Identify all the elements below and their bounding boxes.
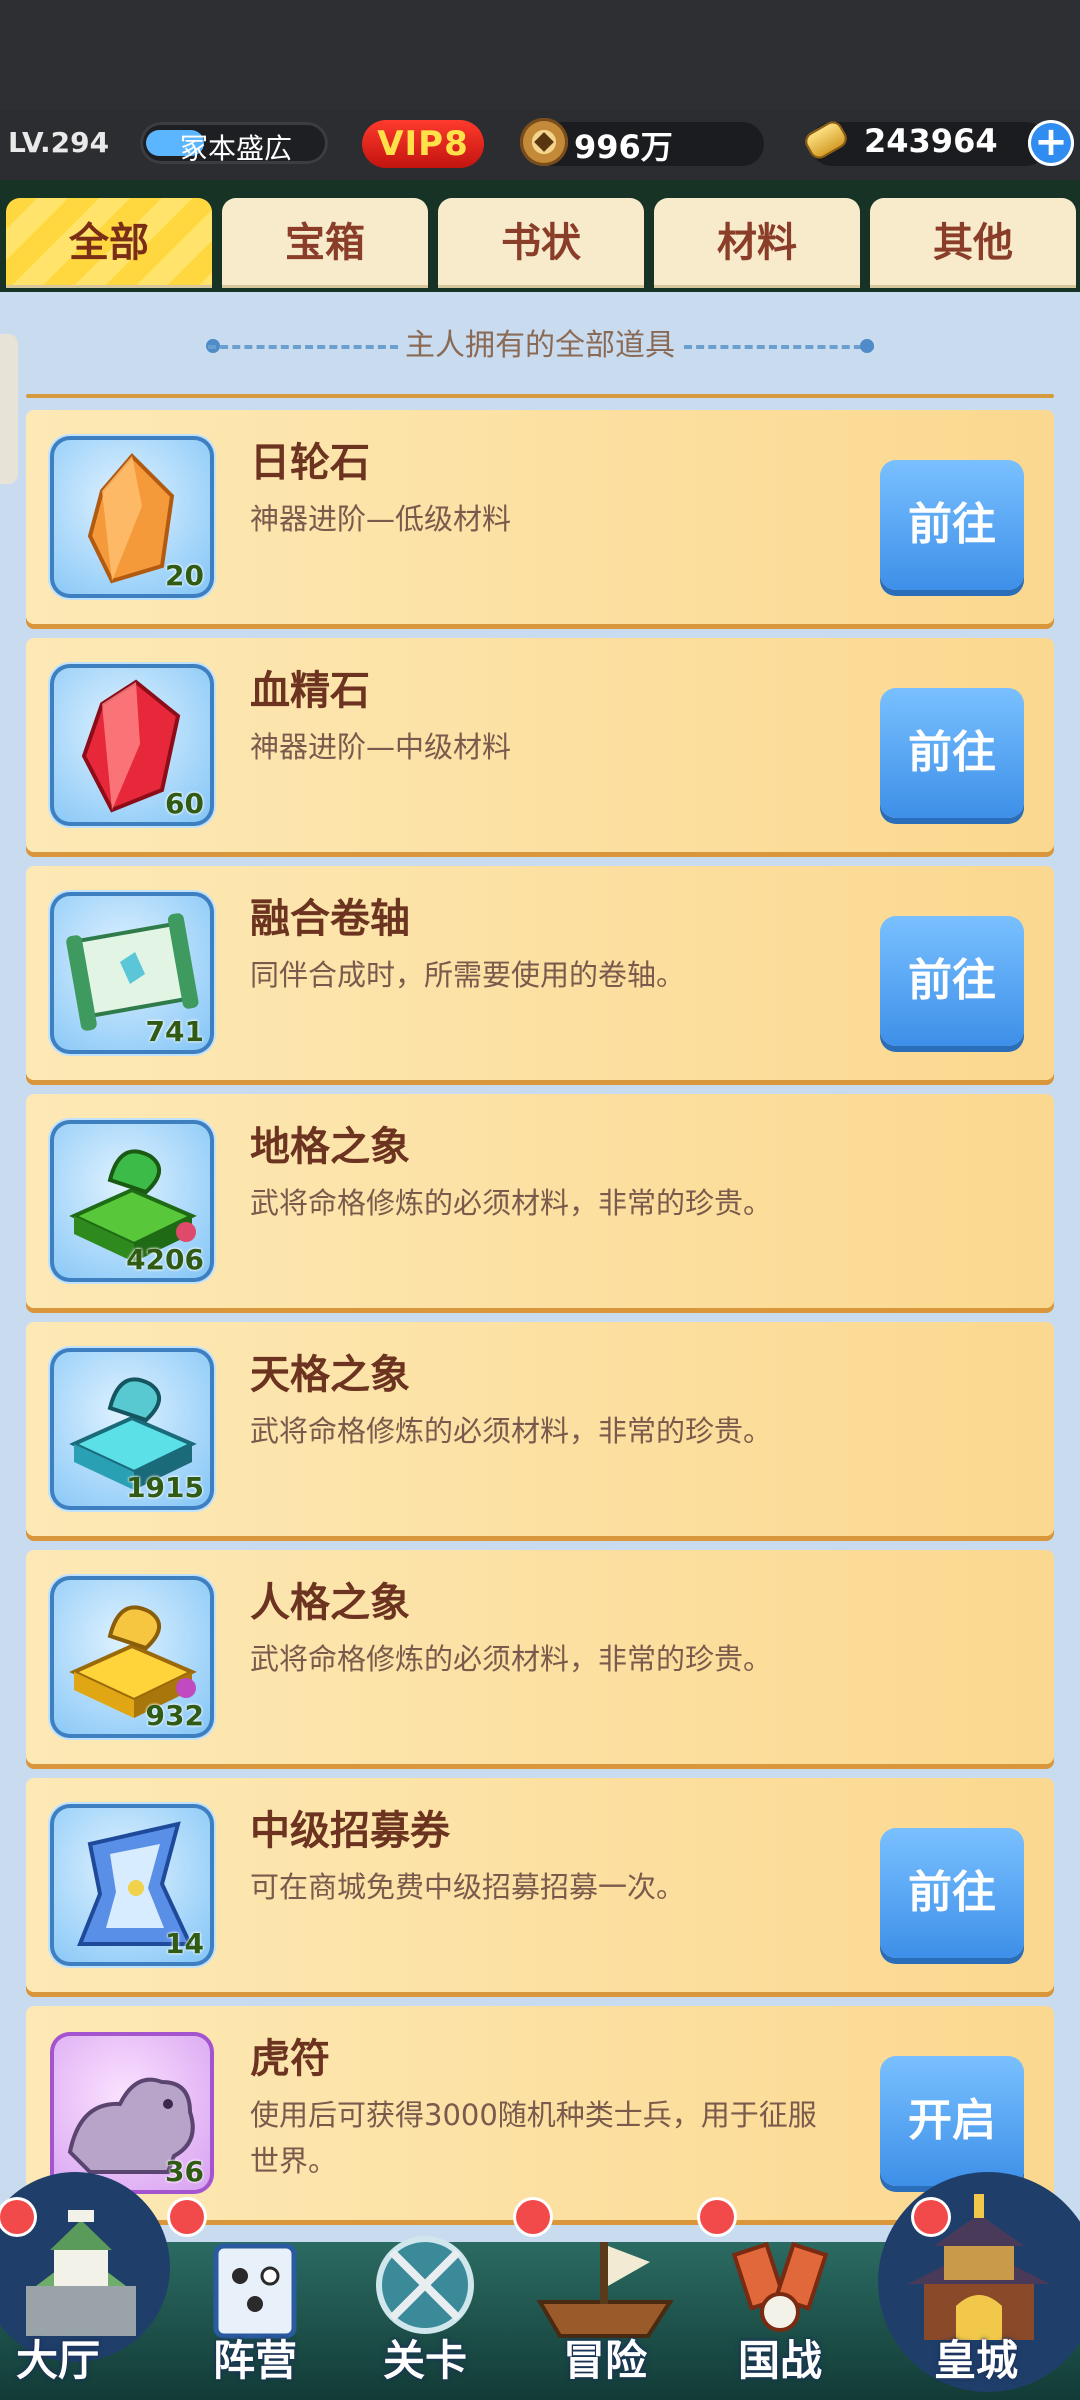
goto-button[interactable]: 前往: [880, 916, 1024, 1046]
nav-adventure[interactable]: 冒险: [516, 2172, 690, 2400]
item-name: 人格之象: [250, 1580, 410, 1626]
crossed-swords-icon: [376, 2236, 474, 2334]
notification-badge: [516, 2200, 550, 2234]
item-card: 1915 天格之象 武将命格修炼的必须材料，非常的珍贵。: [26, 1322, 1054, 1536]
ship-icon: [536, 2242, 674, 2338]
item-icon-frame: 932: [50, 1576, 214, 1738]
nav-nation-war-label: 国战: [737, 2336, 822, 2385]
item-description: 武将命格修炼的必须材料，非常的珍贵。: [250, 1414, 773, 1448]
item-description: 神器进阶—低级材料: [250, 502, 512, 536]
copper-coin-icon: [520, 118, 568, 166]
gold-amount: 243964: [864, 122, 998, 160]
item-icon-frame: 60: [50, 664, 214, 826]
item-description: 使用后可获得3000随机种类士兵，用于征服世界。: [250, 2098, 817, 2178]
item-count: 14: [165, 1927, 204, 1960]
open-button[interactable]: 开启: [880, 2056, 1024, 2186]
item-count: 60: [165, 787, 204, 820]
gold-ingot-icon: [801, 116, 854, 168]
item-count: 20: [165, 559, 204, 592]
item-name: 日轮石: [250, 440, 370, 486]
vip-badge[interactable]: VIP8: [362, 120, 484, 168]
item-icon-frame: 36: [50, 2032, 214, 2194]
nav-imperial-city-label: 皇城: [933, 2336, 1018, 2385]
top-resource-bar: LV.294 冢本盛広 VIP8 996万 243964 +: [0, 110, 1080, 180]
item-card: 14 中级招募券 可在商城免费中级招募招募一次。 前往: [26, 1778, 1054, 1992]
tab-materials[interactable]: 材料: [654, 198, 860, 288]
item-icon-frame: 741: [50, 892, 214, 1054]
nav-adventure-label: 冒险: [562, 2336, 647, 2385]
item-name: 血精石: [250, 668, 370, 714]
nav-lobby[interactable]: 大厅: [0, 2172, 170, 2400]
notification-badge: [170, 2200, 204, 2234]
nav-stages-label: 关卡: [382, 2336, 467, 2385]
tab-letters[interactable]: 书状: [438, 198, 644, 288]
item-name: 虎符: [250, 2036, 330, 2082]
player-level: LV.294: [8, 126, 110, 159]
goto-button[interactable]: 前往: [880, 1828, 1024, 1958]
divider-dot-right: [860, 339, 874, 353]
item-card: 60 血精石 神器进阶—中级材料 前往: [26, 638, 1054, 852]
item-card: 932 人格之象 武将命格修炼的必须材料，非常的珍贵。: [26, 1550, 1054, 1764]
item-card: 20 日轮石 神器进阶—低级材料 前往: [26, 410, 1054, 624]
nav-lobby-label: 大厅: [16, 2336, 101, 2385]
nav-stages[interactable]: 关卡: [350, 2172, 500, 2400]
item-card: 4206 地格之象 武将命格修炼的必须材料，非常的珍贵。: [26, 1094, 1054, 1308]
item-description: 武将命格修炼的必须材料，非常的珍贵。: [250, 1186, 773, 1220]
notification-badge: [914, 2200, 948, 2234]
item-card: 741 融合卷轴 同伴合成时，所需要使用的卷轴。 前往: [26, 866, 1054, 1080]
nav-nation-war[interactable]: 国战: [700, 2172, 860, 2400]
bottom-nav: 大厅 阵营 关卡 冒险 国战 皇城: [0, 2172, 1080, 2400]
item-icon-frame: 4206: [50, 1120, 214, 1282]
item-count: 741: [145, 1015, 204, 1048]
item-icon-frame: 20: [50, 436, 214, 598]
item-count: 1915: [126, 1471, 204, 1504]
tab-chests[interactable]: 宝箱: [222, 198, 428, 288]
item-count: 932: [145, 1699, 204, 1732]
item-icon-frame: 14: [50, 1804, 214, 1966]
tab-all[interactable]: 全部: [6, 198, 212, 288]
item-description: 可在商城免费中级招募招募一次。: [250, 1870, 686, 1904]
nav-camp[interactable]: 阵营: [170, 2172, 330, 2400]
status-bar: [0, 0, 1080, 110]
category-tabs: 全部 宝箱 书状 材料 其他: [0, 180, 1080, 292]
item-icon-frame: 1915: [50, 1348, 214, 1510]
divider-right: [684, 345, 874, 349]
section-separator: [26, 394, 1054, 398]
tab-other[interactable]: 其他: [870, 198, 1076, 288]
plus-icon[interactable]: +: [1028, 120, 1074, 166]
player-name: 冢本盛広: [180, 132, 293, 165]
goto-button[interactable]: 前往: [880, 688, 1024, 818]
nav-imperial-city[interactable]: 皇城: [872, 2172, 1080, 2400]
item-description: 武将命格修炼的必须材料，非常的珍贵。: [250, 1642, 773, 1676]
item-count: 4206: [126, 1243, 204, 1276]
item-name: 融合卷轴: [250, 896, 410, 942]
player-name-pill[interactable]: 冢本盛広: [140, 122, 328, 165]
item-name: 中级招募券: [250, 1808, 450, 1854]
notification-badge: [0, 2200, 34, 2234]
item-name: 地格之象: [250, 1124, 410, 1170]
item-description: 同伴合成时，所需要使用的卷轴。: [250, 958, 686, 992]
item-name: 天格之象: [250, 1352, 410, 1398]
section-title: 主人拥有的全部道具: [405, 328, 675, 363]
nav-camp-label: 阵营: [212, 2336, 297, 2385]
notification-badge: [700, 2200, 734, 2234]
coin-amount: 996万: [574, 128, 673, 166]
item-description: 神器进阶—中级材料: [250, 730, 512, 764]
goto-button[interactable]: 前往: [880, 460, 1024, 590]
